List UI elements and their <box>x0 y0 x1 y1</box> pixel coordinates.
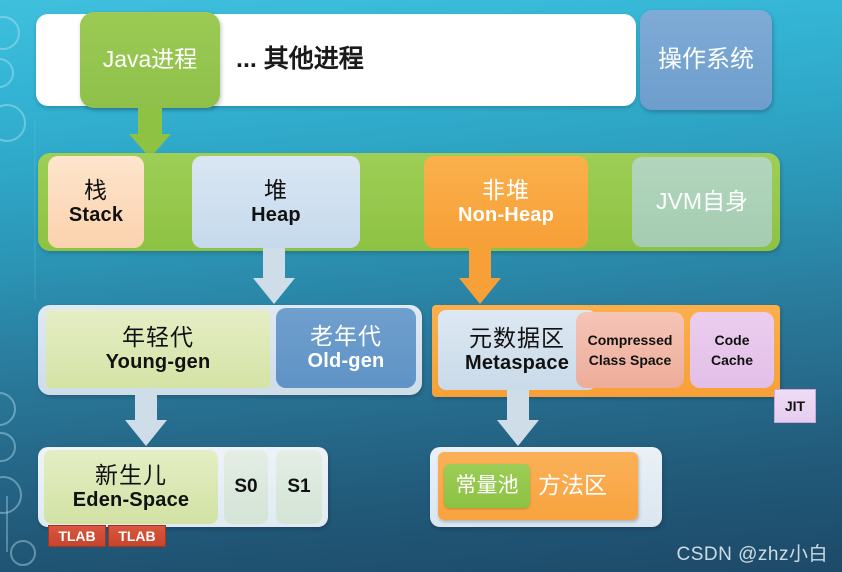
survivor-s0-label: S0 <box>234 475 258 497</box>
heap-label-en: Heap <box>251 203 301 226</box>
metaspace-box[interactable]: 元数据区 Metaspace <box>438 310 596 390</box>
jvm-self-box[interactable]: JVM自身 <box>632 157 772 247</box>
code-cache-line2: Cache <box>710 352 754 368</box>
decorative-circle <box>0 104 26 142</box>
heap-box[interactable]: 堆 Heap <box>192 156 360 248</box>
other-process-label-box: ... 其他进程 <box>236 30 536 90</box>
arrow-head <box>459 278 501 304</box>
metaspace-label-cn: 元数据区 <box>469 324 565 351</box>
decorative-circle <box>0 392 16 426</box>
stack-label-cn: 栈 <box>84 176 108 203</box>
compressed-class-space-line1: Compressed <box>587 331 673 348</box>
eden-space-label-cn: 新生儿 <box>95 461 167 488</box>
arrow-head <box>125 420 167 446</box>
java-process-label: Java进程 <box>102 46 198 73</box>
eden-space-label-en: Eden-Space <box>72 488 190 511</box>
constant-pool-label: 常量池 <box>455 473 519 497</box>
non-heap-box[interactable]: 非堆 Non-Heap <box>424 156 588 248</box>
tlab-box-2[interactable]: TLAB <box>108 525 166 547</box>
arrow-head <box>253 278 295 304</box>
arrow-heap-to-generations <box>250 248 298 306</box>
arrow-shaft <box>135 390 157 420</box>
decorative-line <box>34 120 36 300</box>
compressed-class-space-box[interactable]: Compressed Class Space <box>576 312 684 388</box>
stack-box[interactable]: 栈 Stack <box>48 156 144 248</box>
heap-label-cn: 堆 <box>264 176 288 203</box>
non-heap-label-en: Non-Heap <box>457 203 555 226</box>
arrow-shaft <box>138 108 162 134</box>
jvm-self-label: JVM自身 <box>656 188 748 215</box>
survivor-s1-label: S1 <box>287 475 311 497</box>
young-gen-label-en: Young-gen <box>105 350 211 373</box>
compressed-class-space-line2: Class Space <box>588 352 672 368</box>
decorative-circle <box>10 540 36 566</box>
tlab-label-2: TLAB <box>118 528 156 544</box>
arrow-shaft <box>469 248 491 278</box>
decorative-line <box>6 496 8 552</box>
jvm-memory-diagram: Java进程 ... 其他进程 操作系统 栈 Stack 堆 Heap 非堆 N… <box>0 0 842 572</box>
arrow-shaft <box>507 390 529 420</box>
code-cache-box[interactable]: Code Cache <box>690 312 774 388</box>
old-gen-label-en: Old-gen <box>307 349 385 372</box>
method-area-label: 方法区 <box>538 472 607 499</box>
young-gen-box[interactable]: 年轻代 Young-gen <box>46 310 270 388</box>
survivor-s0-box[interactable]: S0 <box>224 450 268 524</box>
arrow-shaft <box>263 248 285 278</box>
tlab-label-1: TLAB <box>58 528 96 544</box>
method-area-box[interactable]: 常量池 方法区 <box>438 452 638 520</box>
stack-label-en: Stack <box>68 203 124 226</box>
code-cache-line1: Code <box>714 331 750 348</box>
jit-badge[interactable]: JIT <box>774 389 816 423</box>
decorative-circle <box>0 476 22 514</box>
arrow-java-process-to-memory <box>126 108 174 158</box>
arrow-nonheap-to-metaspace <box>456 248 504 306</box>
old-gen-label-cn: 老年代 <box>310 322 382 349</box>
operating-system-label: 操作系统 <box>658 45 754 73</box>
operating-system-box[interactable]: 操作系统 <box>640 10 772 110</box>
java-process-box[interactable]: Java进程 <box>80 12 220 108</box>
jit-label: JIT <box>784 397 806 414</box>
tlab-box-1[interactable]: TLAB <box>48 525 106 547</box>
decorative-circle <box>0 58 14 88</box>
arrow-younggen-to-eden <box>122 390 170 448</box>
survivor-s1-box[interactable]: S1 <box>276 450 322 524</box>
arrow-head <box>497 420 539 446</box>
old-gen-box[interactable]: 老年代 Old-gen <box>276 308 416 388</box>
decorative-circle <box>0 16 20 50</box>
constant-pool-box[interactable]: 常量池 <box>444 464 530 508</box>
arrow-metaspace-to-method-area <box>494 390 542 448</box>
eden-space-box[interactable]: 新生儿 Eden-Space <box>44 450 218 524</box>
other-process-label: ... 其他进程 <box>236 45 364 74</box>
metaspace-label-en: Metaspace <box>464 351 570 374</box>
decorative-circle <box>0 432 16 462</box>
young-gen-label-cn: 年轻代 <box>122 323 194 350</box>
watermark: CSDN @zhz小白 <box>676 544 828 565</box>
non-heap-label-cn: 非堆 <box>482 176 530 203</box>
